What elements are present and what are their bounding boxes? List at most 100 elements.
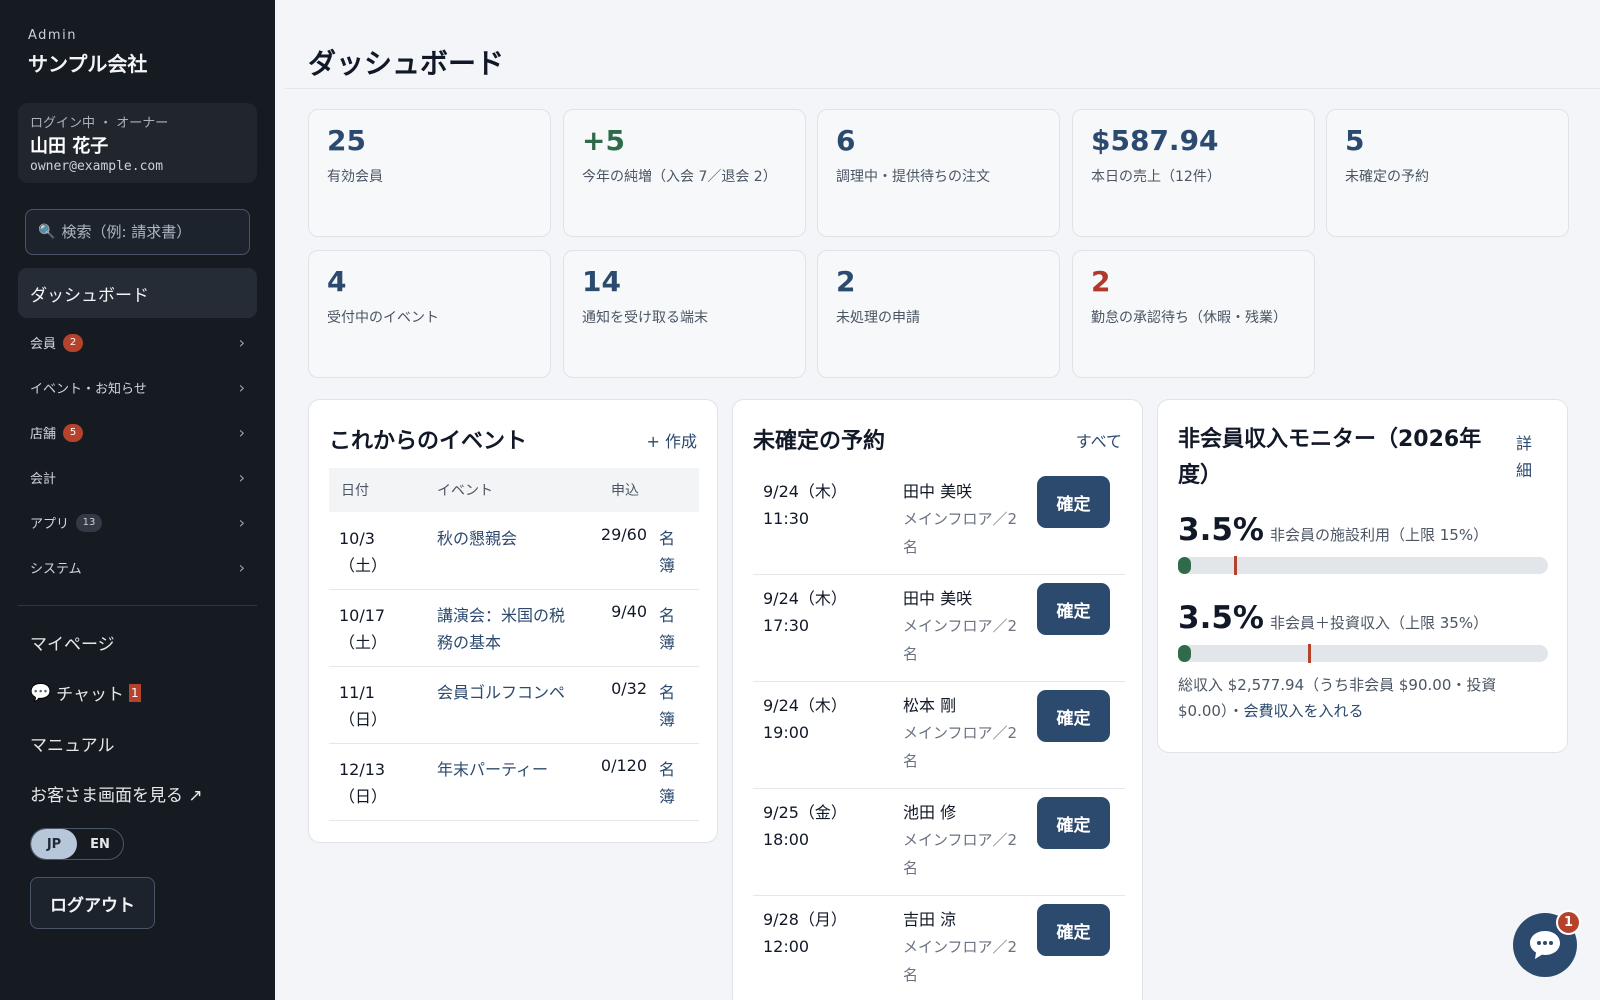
- table-row: 10/3（土） 秋の懇親会 29/60 名簿: [329, 513, 699, 590]
- stat-card: 5 未確定の予約: [1326, 109, 1569, 237]
- column-header: 日付: [341, 483, 369, 499]
- reservation-place: メインフロア／2名: [903, 617, 1018, 663]
- reservation-place: メインフロア／2名: [903, 938, 1018, 984]
- roster-link[interactable]: 名簿: [659, 602, 679, 656]
- stat-label: 勤怠の承認待ち（休暇・残業）: [1091, 310, 1287, 326]
- chevron-right-icon: ›: [238, 558, 245, 577]
- stat-value: 4: [327, 265, 347, 298]
- chat-link[interactable]: 💬 チャット 1: [30, 680, 141, 705]
- metric-limit-marker: [1233, 556, 1237, 575]
- manual-link[interactable]: マニュアル: [30, 731, 115, 756]
- add-dues-income-link[interactable]: 会費収入を入れる: [1243, 702, 1363, 720]
- confirm-button[interactable]: 確定: [1037, 797, 1110, 849]
- reservation-time: 17:30: [763, 616, 810, 635]
- sidebar-item-apps[interactable]: アプリ 13 ›: [18, 500, 257, 545]
- stat-card: 2 勤怠の承認待ち（休暇・残業）: [1072, 250, 1315, 378]
- event-signups: 9/40: [611, 602, 647, 621]
- roster-link[interactable]: 名簿: [659, 525, 679, 579]
- chevron-right-icon: ›: [238, 378, 245, 397]
- create-event-link[interactable]: + 作成: [647, 428, 698, 452]
- stat-label: 本日の売上（12件）: [1091, 169, 1221, 185]
- lang-jp-button[interactable]: JP: [31, 829, 77, 859]
- sidebar-item-accounting[interactable]: 会計 ›: [18, 455, 257, 500]
- reservation-datetime: 9/24（木） 11:30: [763, 478, 883, 532]
- stat-value: 5: [1345, 124, 1365, 157]
- sidebar-item-stores[interactable]: 店舗 5 ›: [18, 410, 257, 455]
- reservation-date: 9/24（木）: [763, 482, 847, 501]
- list-item: 9/25（金） 18:00 池田 修 メインフロア／2名 確定: [753, 789, 1125, 896]
- event-signups: 0/32: [611, 679, 647, 698]
- monitor-details-link[interactable]: 詳細: [1516, 430, 1536, 484]
- reservation-date: 9/24（木）: [763, 696, 847, 715]
- event-name-link[interactable]: 秋の懇親会: [437, 525, 572, 552]
- sidebar-item-dashboard[interactable]: ダッシュボード: [18, 268, 257, 318]
- stat-value: 2: [836, 265, 856, 298]
- sidebar-item-members[interactable]: 会員 2 ›: [18, 320, 257, 365]
- metric-label: 非会員＋投資収入（上限 35%）: [1269, 614, 1489, 632]
- reservation-name: 吉田 涼: [903, 910, 957, 929]
- sidebar-item-system[interactable]: システム ›: [18, 545, 257, 590]
- stat-card: 4 受付中のイベント: [308, 250, 551, 378]
- sidebar-item-label: アプリ: [30, 517, 70, 532]
- title-divider: [285, 88, 1600, 89]
- reservation-name: 田中 美咲: [903, 589, 973, 608]
- stat-label: 今年の純増（入会 7／退会 2）: [582, 169, 777, 185]
- reservation-date: 9/24（木）: [763, 589, 847, 608]
- roster-link[interactable]: 名簿: [659, 679, 679, 733]
- stat-card: +5 今年の純増（入会 7／退会 2）: [563, 109, 806, 237]
- chat-link-label: チャット: [56, 685, 125, 705]
- count-badge: 2: [63, 333, 84, 352]
- metric-progress-fill: [1178, 557, 1191, 574]
- monitor-summary: 総収入 $2,577.94（うち非会員 $90.00・投資 $0.00）・会費収…: [1178, 672, 1523, 724]
- reservations-title: 未確定の予約: [753, 429, 886, 454]
- roster-link[interactable]: 名簿: [659, 756, 679, 810]
- event-name-link[interactable]: 会員ゴルフコンペ: [437, 679, 572, 706]
- events-title: これからのイベント: [329, 429, 528, 454]
- events-table-header: 日付 イベント 申込: [329, 468, 699, 512]
- customer-view-link[interactable]: お客さま画面を見る ↗: [30, 781, 203, 806]
- event-name-link[interactable]: 講演会：米国の税務の基本: [437, 602, 572, 656]
- stat-card: 2 未処理の申請: [817, 250, 1060, 378]
- stat-card: 25 有効会員: [308, 109, 551, 237]
- chat-bubble-icon: 💬: [30, 682, 52, 703]
- stat-value: 2: [1091, 265, 1111, 298]
- reservation-time: 18:00: [763, 830, 810, 849]
- events-panel: これからのイベント + 作成 日付 イベント 申込 10/3（土） 秋の懇親会 …: [308, 399, 718, 843]
- search-input[interactable]: [61, 223, 242, 241]
- brand-name: サンプル会社: [28, 52, 148, 76]
- chat-bubble-icon: [1530, 931, 1560, 959]
- confirm-button[interactable]: 確定: [1037, 904, 1110, 956]
- list-item: 9/24（木） 17:30 田中 美咲 メインフロア／2名 確定: [753, 575, 1125, 682]
- event-signups: 29/60: [600, 525, 647, 544]
- reservation-datetime: 9/24（木） 19:00: [763, 692, 883, 746]
- view-all-reservations-link[interactable]: すべて: [1076, 428, 1122, 452]
- column-header: 申込: [611, 483, 639, 499]
- metric-limit-marker: [1307, 644, 1311, 663]
- revenue-monitor-panel: 非会員収入モニター（2026年度） 詳細 3.5% 非会員の施設利用（上限 15…: [1157, 399, 1568, 753]
- confirm-button[interactable]: 確定: [1037, 690, 1110, 742]
- sidebar-item-events[interactable]: イベント・お知らせ ›: [18, 365, 257, 410]
- chevron-right-icon: ›: [238, 423, 245, 442]
- event-date: 10/3（土）: [339, 529, 388, 575]
- mypage-link[interactable]: マイページ: [30, 630, 115, 655]
- stat-card: 14 通知を受け取る端末: [563, 250, 806, 378]
- confirm-button[interactable]: 確定: [1037, 476, 1110, 528]
- stat-label: 通知を受け取る端末: [582, 310, 708, 326]
- sidebar-item-label: 店舗: [30, 427, 57, 442]
- stat-value: 14: [582, 265, 621, 298]
- event-date: 10/17（土）: [339, 606, 388, 652]
- user-role: ログイン中 ・ オーナー: [30, 116, 169, 131]
- event-name-link[interactable]: 年末パーティー: [437, 756, 572, 783]
- sidebar-divider: [18, 605, 257, 606]
- confirm-button[interactable]: 確定: [1037, 583, 1110, 635]
- chevron-right-icon: ›: [238, 468, 245, 487]
- user-name: 山田 花子: [30, 136, 109, 157]
- page-title: ダッシュボード: [308, 47, 505, 80]
- lang-en-button[interactable]: EN: [77, 829, 123, 859]
- list-item: 9/24（木） 11:30 田中 美咲 メインフロア／2名 確定: [753, 468, 1125, 575]
- reservation-place: メインフロア／2名: [903, 724, 1018, 770]
- table-row: 11/1（日） 会員ゴルフコンペ 0/32 名簿: [329, 667, 699, 744]
- logout-button[interactable]: ログアウト: [30, 877, 155, 929]
- stat-label: 未処理の申請: [836, 310, 920, 326]
- chevron-right-icon: ›: [238, 513, 245, 532]
